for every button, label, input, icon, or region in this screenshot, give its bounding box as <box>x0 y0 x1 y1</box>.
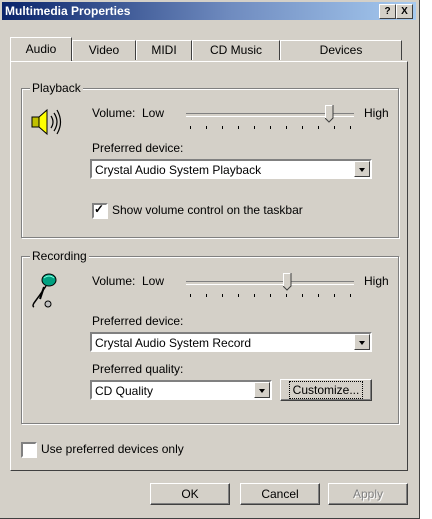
tab-label: MIDI <box>151 43 177 57</box>
audio-tab-panel: Playback Volume: Low High Preferred devi… <box>10 61 408 471</box>
recording-device-select[interactable]: Crystal Audio System Record <box>90 332 372 352</box>
recording-preferred-quality-label: Preferred quality: <box>92 362 184 376</box>
close-button[interactable]: X <box>396 4 413 19</box>
tab-midi[interactable]: MIDI <box>136 40 192 60</box>
title-bar[interactable]: Multimedia Properties ? X <box>2 2 416 20</box>
tab-label: Devices <box>319 43 363 57</box>
show-volume-label: Show volume control on the taskbar <box>112 203 303 217</box>
tab-devices[interactable]: Devices <box>280 40 402 60</box>
recording-volume-ticks <box>190 294 351 297</box>
chevron-down-icon[interactable] <box>354 334 370 350</box>
playback-preferred-device-label: Preferred device: <box>92 141 184 155</box>
help-button[interactable]: ? <box>379 4 396 19</box>
recording-volume-label: Volume: <box>92 274 136 288</box>
playback-volume-ticks <box>190 126 351 129</box>
multimedia-properties-dialog: Multimedia Properties ? X Audio Video MI… <box>0 0 420 519</box>
playback-volume-label: Volume: <box>92 106 136 120</box>
recording-volume-low: Low <box>142 274 165 288</box>
customize-button-label: Customize... <box>288 381 364 399</box>
speaker-icon <box>31 108 62 136</box>
tab-audio[interactable]: Audio <box>10 37 72 61</box>
recording-group: Recording Volume: Low High Preferred dev… <box>21 249 399 424</box>
recording-volume-track <box>186 281 354 285</box>
chevron-down-icon[interactable] <box>254 382 270 398</box>
ok-button[interactable]: OK <box>150 483 230 505</box>
playback-volume-high: High <box>364 106 389 120</box>
tab-cd-music[interactable]: CD Music <box>192 40 280 60</box>
playback-group: Playback Volume: Low High Preferred devi… <box>21 81 399 238</box>
playback-device-select[interactable]: Crystal Audio System Playback <box>90 159 372 179</box>
customize-button[interactable]: Customize... <box>280 379 372 401</box>
use-preferred-devices-label: Use preferred devices only <box>41 442 184 456</box>
recording-volume-thumb[interactable] <box>282 273 292 291</box>
recording-device-value: Crystal Audio System Record <box>95 336 252 350</box>
use-preferred-devices-checkbox[interactable] <box>21 442 37 458</box>
tab-label: CD Music <box>209 43 262 57</box>
cancel-button[interactable]: Cancel <box>240 483 320 505</box>
recording-volume-high: High <box>364 274 389 288</box>
playback-device-value: Crystal Audio System Playback <box>95 163 262 177</box>
playback-volume-low: Low <box>142 106 165 120</box>
recording-preferred-device-label: Preferred device: <box>92 314 184 328</box>
chevron-down-icon[interactable] <box>354 161 370 177</box>
microphone-icon <box>32 273 57 308</box>
apply-button[interactable]: Apply <box>328 483 408 505</box>
playback-volume-thumb[interactable] <box>324 105 334 123</box>
recording-quality-value: CD Quality <box>95 384 154 398</box>
window-title: Multimedia Properties <box>5 4 131 18</box>
show-volume-checkbox[interactable]: ✓ <box>92 202 108 219</box>
tab-label: Video <box>88 43 120 57</box>
tab-label: Audio <box>25 42 57 56</box>
playback-group-label: Playback <box>30 81 83 95</box>
tab-video[interactable]: Video <box>72 40 136 60</box>
check-mark-icon: ✓ <box>94 202 105 216</box>
recording-group-label: Recording <box>30 249 89 263</box>
recording-quality-select[interactable]: CD Quality <box>90 380 272 400</box>
